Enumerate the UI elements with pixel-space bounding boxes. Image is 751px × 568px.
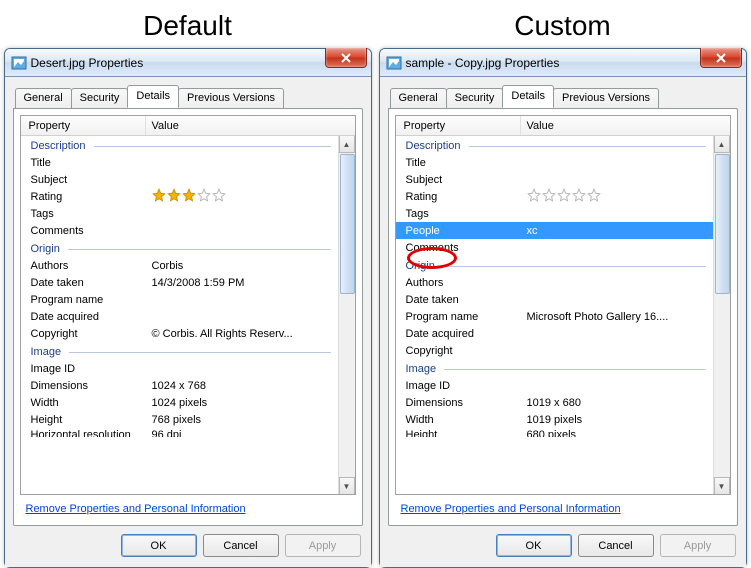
row-height[interactable]: Height680 pixels [396, 428, 730, 437]
close-button[interactable] [700, 48, 742, 68]
ok-button[interactable]: OK [496, 534, 572, 557]
row-authors[interactable]: AuthorsCorbis [21, 257, 355, 274]
heading-default: Default [143, 10, 232, 42]
scroll-down-button[interactable]: ▼ [714, 477, 730, 494]
row-width[interactable]: Width1019 pixels [396, 411, 730, 428]
tab-details[interactable]: Details [127, 85, 179, 108]
group-origin: Origin [21, 239, 355, 257]
dialog-button-row: OK Cancel Apply [5, 526, 371, 567]
row-image-id[interactable]: Image ID [21, 360, 355, 377]
row-authors[interactable]: Authors [396, 274, 730, 291]
window-title: Desert.jpg Properties [31, 56, 144, 70]
column-header-property[interactable]: Property [21, 116, 146, 135]
star-icon[interactable] [152, 188, 166, 202]
scroll-thumb[interactable] [340, 154, 355, 294]
row-horizontal-resolution[interactable]: Horizontal resolution96 dpi [21, 428, 355, 437]
star-icon[interactable] [212, 188, 226, 202]
row-tags[interactable]: Tags [21, 205, 355, 222]
row-copyright[interactable]: Copyright [396, 342, 730, 359]
row-date-taken[interactable]: Date taken [396, 291, 730, 308]
remove-properties-link[interactable]: Remove Properties and Personal Informati… [401, 503, 621, 515]
star-icon[interactable] [167, 188, 181, 202]
tab-panel-details: Property Value Description Title Subject… [388, 108, 738, 526]
scroll-up-button[interactable]: ▲ [714, 136, 730, 153]
group-origin: Origin [396, 256, 730, 274]
row-copyright[interactable]: Copyright© Corbis. All Rights Reserv... [21, 325, 355, 342]
tab-general[interactable]: General [390, 88, 447, 109]
dialog-button-row: OK Cancel Apply [380, 526, 746, 567]
rating-stars[interactable] [527, 188, 601, 202]
properties-window-left: Desert.jpg Properties General Security D… [4, 48, 372, 568]
row-dimensions[interactable]: Dimensions1019 x 680 [396, 394, 730, 411]
tab-security[interactable]: Security [71, 88, 129, 109]
scroll-up-button[interactable]: ▲ [339, 136, 355, 153]
tab-general[interactable]: General [15, 88, 72, 109]
close-icon [340, 53, 352, 63]
row-height[interactable]: Height768 pixels [21, 411, 355, 428]
row-comments[interactable]: Comments [21, 222, 355, 239]
scrollbar[interactable]: ▲ ▼ [713, 136, 730, 494]
properties-list: Property Value Description Title Subject… [20, 115, 356, 495]
row-width[interactable]: Width1024 pixels [21, 394, 355, 411]
row-title[interactable]: Title [396, 154, 730, 171]
star-icon[interactable] [572, 188, 586, 202]
row-dimensions[interactable]: Dimensions1024 x 768 [21, 377, 355, 394]
row-rating[interactable]: Rating [21, 188, 355, 205]
heading-custom: Custom [514, 10, 610, 42]
tab-previous-versions[interactable]: Previous Versions [553, 88, 659, 109]
scroll-thumb[interactable] [715, 154, 730, 294]
star-icon[interactable] [182, 188, 196, 202]
row-date-taken[interactable]: Date taken14/3/2008 1:59 PM [21, 274, 355, 291]
scroll-down-button[interactable]: ▼ [339, 477, 355, 494]
star-icon[interactable] [587, 188, 601, 202]
window-title: sample - Copy.jpg Properties [406, 56, 560, 70]
cancel-button[interactable]: Cancel [203, 534, 279, 557]
group-description: Description [396, 136, 730, 154]
group-image: Image [396, 359, 730, 377]
properties-list: Property Value Description Title Subject… [395, 115, 731, 495]
star-icon[interactable] [197, 188, 211, 202]
tab-bar: General Security Details Previous Versio… [5, 77, 371, 108]
apply-button: Apply [660, 534, 736, 557]
column-header-property[interactable]: Property [396, 116, 521, 135]
file-icon [11, 55, 27, 71]
column-header-value[interactable]: Value [146, 116, 355, 135]
cancel-button[interactable]: Cancel [578, 534, 654, 557]
tab-details[interactable]: Details [502, 85, 554, 108]
titlebar[interactable]: Desert.jpg Properties [5, 49, 371, 77]
file-icon [386, 55, 402, 71]
rating-stars[interactable] [152, 188, 226, 202]
titlebar[interactable]: sample - Copy.jpg Properties [380, 49, 746, 77]
scrollbar[interactable]: ▲ ▼ [338, 136, 355, 494]
close-icon [715, 53, 727, 63]
apply-button: Apply [285, 534, 361, 557]
row-rating[interactable]: Rating [396, 188, 730, 205]
star-icon[interactable] [542, 188, 556, 202]
row-date-acquired[interactable]: Date acquired [396, 325, 730, 342]
close-button[interactable] [325, 48, 367, 68]
star-icon[interactable] [527, 188, 541, 202]
row-program-name[interactable]: Program name [21, 291, 355, 308]
row-tags[interactable]: Tags [396, 205, 730, 222]
tab-previous-versions[interactable]: Previous Versions [178, 88, 284, 109]
row-subject[interactable]: Subject [396, 171, 730, 188]
row-people[interactable]: Peoplexc [396, 222, 730, 239]
tab-panel-details: Property Value Description Title Subject… [13, 108, 363, 526]
row-program-name[interactable]: Program nameMicrosoft Photo Gallery 16..… [396, 308, 730, 325]
properties-window-right: sample - Copy.jpg Properties General Sec… [379, 48, 747, 568]
group-description: Description [21, 136, 355, 154]
star-icon[interactable] [557, 188, 571, 202]
ok-button[interactable]: OK [121, 534, 197, 557]
row-comments[interactable]: Comments [396, 239, 730, 256]
group-image: Image [21, 342, 355, 360]
tab-bar: General Security Details Previous Versio… [380, 77, 746, 108]
column-header-value[interactable]: Value [521, 116, 730, 135]
row-date-acquired[interactable]: Date acquired [21, 308, 355, 325]
row-title[interactable]: Title [21, 154, 355, 171]
remove-properties-link[interactable]: Remove Properties and Personal Informati… [26, 503, 246, 515]
tab-security[interactable]: Security [446, 88, 504, 109]
row-image-id[interactable]: Image ID [396, 377, 730, 394]
row-subject[interactable]: Subject [21, 171, 355, 188]
